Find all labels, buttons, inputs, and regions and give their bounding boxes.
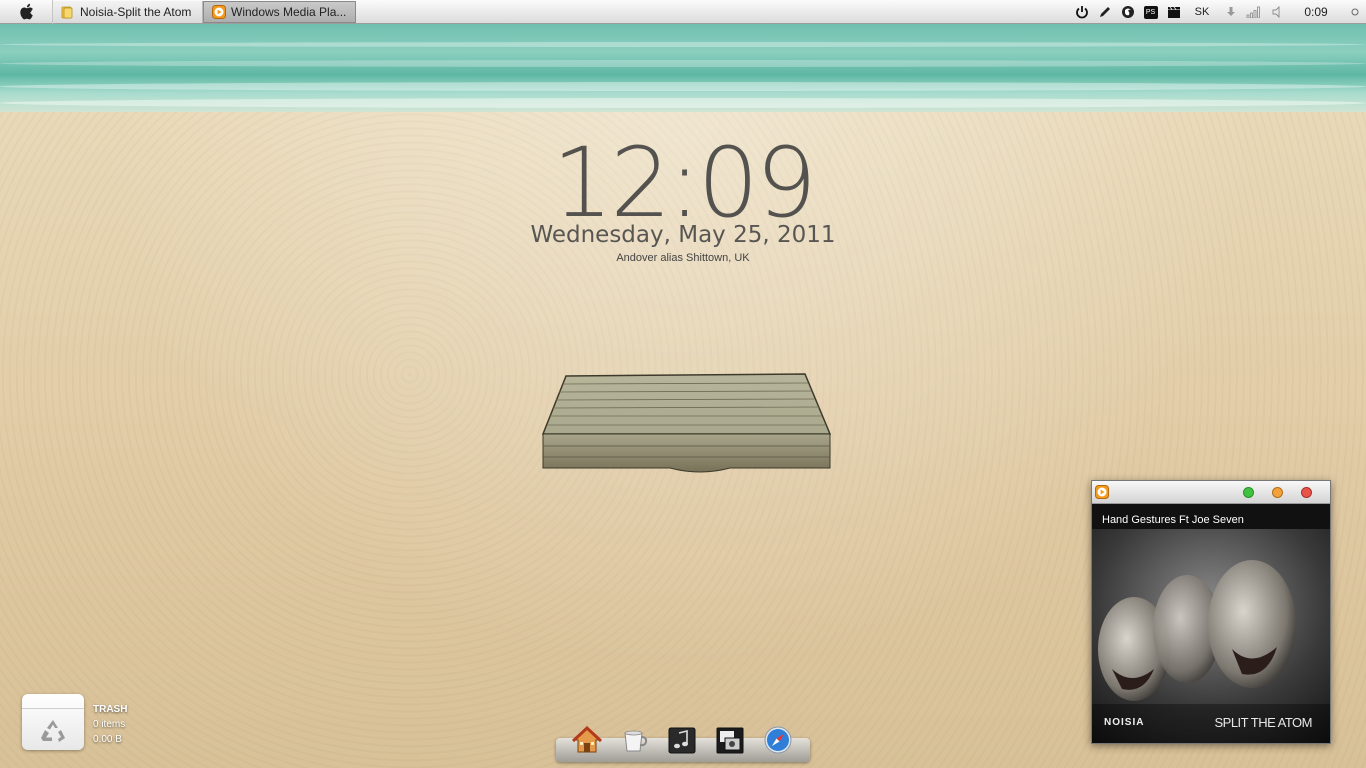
apple-icon <box>20 3 33 20</box>
taskbar-item-label: Windows Media Pla... <box>231 4 347 19</box>
coffee-cup-icon <box>624 730 648 752</box>
album-art: NOISIA SPLIT THE ATOM <box>1092 529 1330 743</box>
music-icon <box>668 727 696 754</box>
trash-bin[interactable] <box>22 694 84 750</box>
media-player-window: Hand Gestures Ft Joe Seven NOISIA SPLIT … <box>1091 480 1331 744</box>
taskbar-item-folder[interactable]: Noisia-Split the Atom <box>53 0 203 23</box>
player-titlebar[interactable] <box>1092 481 1330 504</box>
album-artist-logo: NOISIA <box>1104 717 1145 728</box>
trash-item-count: 0 items <box>93 719 126 730</box>
keyboard-layout-indicator[interactable]: SK <box>1185 0 1219 24</box>
spotlight-button[interactable] <box>1344 0 1366 24</box>
pen-icon <box>1099 7 1110 17</box>
firefox-icon <box>1121 6 1134 18</box>
photos-icon <box>716 727 744 754</box>
close-button[interactable] <box>1301 487 1312 498</box>
dock-item-photos[interactable] <box>714 724 746 756</box>
clapper-button[interactable] <box>1162 0 1185 24</box>
photoshop-icon: PS <box>1143 5 1158 19</box>
download-button[interactable] <box>1219 0 1242 24</box>
download-arrow-icon <box>1226 7 1235 16</box>
album-art-image <box>1092 529 1330 743</box>
dock-item-coffee[interactable] <box>619 724 651 756</box>
speaker-icon <box>1272 6 1279 18</box>
signal-bars-icon <box>1246 6 1260 18</box>
firefox-button[interactable] <box>1116 0 1139 24</box>
dock-item-home[interactable] <box>571 724 603 756</box>
system-tray: PS SK 0:09 <box>1070 0 1366 24</box>
safari-compass-icon <box>764 726 792 754</box>
trash-info: TRASH 0 items 0.00 B <box>93 702 127 747</box>
network-button[interactable] <box>1242 0 1265 24</box>
taskbar-item-label: Noisia-Split the Atom <box>80 4 192 19</box>
recycle-icon <box>41 720 65 742</box>
dock-item-music[interactable] <box>666 724 698 756</box>
media-player-icon <box>212 4 226 19</box>
pen-tool-button[interactable] <box>1093 0 1116 24</box>
wooden-platform <box>541 373 832 473</box>
apple-menu-button[interactable] <box>0 0 53 24</box>
folder-icon <box>61 6 73 18</box>
spotlight-icon <box>1351 8 1359 16</box>
desktop-clock-location: Andover alias Shittown, UK <box>616 252 750 264</box>
maximize-button[interactable] <box>1243 487 1254 498</box>
taskbar-item-media-player[interactable]: Windows Media Pla... <box>203 0 356 23</box>
media-player-icon <box>1095 485 1109 499</box>
desktop-clock-date: Wednesday, May 25, 2011 <box>530 222 836 248</box>
top-menubar: Noisia-Split the Atom Windows Media Pla.… <box>0 0 1366 24</box>
sea <box>0 24 1366 116</box>
home-icon <box>572 725 602 753</box>
dock <box>556 722 810 762</box>
clapperboard-icon <box>1167 6 1180 18</box>
volume-button[interactable] <box>1265 0 1288 24</box>
trash-title: TRASH <box>93 704 128 715</box>
keyboard-layout-label: SK <box>1194 6 1210 18</box>
menubar-clock[interactable]: 0:09 <box>1288 5 1344 19</box>
dock-item-safari[interactable] <box>762 724 794 756</box>
album-title: SPLIT THE ATOM <box>1214 715 1312 730</box>
power-icon <box>1075 6 1088 19</box>
trash-size: 0.00 B <box>93 734 122 745</box>
minimize-button[interactable] <box>1272 487 1283 498</box>
desktop-clock-time: 12:09 <box>552 127 817 239</box>
now-playing-track: Hand Gestures Ft Joe Seven <box>1102 514 1244 526</box>
photoshop-button[interactable]: PS <box>1139 0 1162 24</box>
power-button[interactable] <box>1070 0 1093 24</box>
